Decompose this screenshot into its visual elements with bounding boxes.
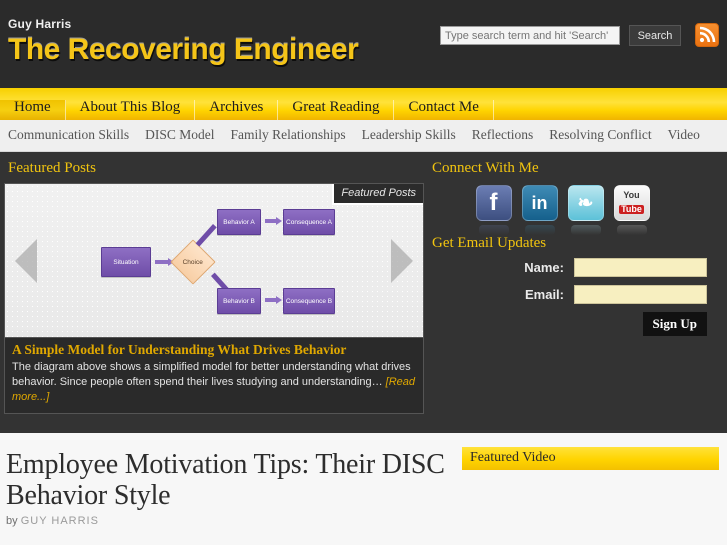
diagram-link-choice-behavior-a <box>195 224 217 247</box>
behavior-model-diagram: Situation Choice Behavior A Consequence … <box>5 184 423 337</box>
diagram-node-choice: Choice <box>170 239 216 285</box>
brand-subtitle: Guy Harris <box>8 17 72 31</box>
featured-post-excerpt-text: The diagram above shows a simplified mod… <box>12 361 411 388</box>
diagram-node-behavior-b: Behavior B <box>217 288 261 314</box>
main-content: Employee Motivation Tips: Their DISC Beh… <box>0 433 727 545</box>
email-input[interactable] <box>574 285 707 304</box>
get-email-updates-heading: Get Email Updates <box>432 235 547 251</box>
diagram-node-consequence-a: Consequence A <box>283 209 335 235</box>
diagram-arrow-behavior-a-consequence-a <box>265 217 282 225</box>
diagram-node-choice-label: Choice <box>182 258 204 266</box>
post-author[interactable]: GUY HARRIS <box>21 515 99 527</box>
search-area: Search <box>440 25 681 46</box>
nav-item-great-reading[interactable]: Great Reading <box>278 100 395 120</box>
featured-posts-section: Featured Posts Featured Posts Situation … <box>0 152 424 414</box>
subnav-item-reflections[interactable]: Reflections <box>472 125 533 145</box>
email-field-row: Email: <box>432 285 717 304</box>
youtube-icon-bottom-text: Tube <box>619 203 644 214</box>
twitter-icon[interactable]: ❧ <box>567 185 604 235</box>
nav-item-contact-me[interactable]: Contact Me <box>394 100 494 120</box>
dark-content-band: Featured Posts Featured Posts Situation … <box>0 152 727 433</box>
diagram-node-behavior-a: Behavior A <box>217 209 261 235</box>
subnav-item-leadership-skills[interactable]: Leadership Skills <box>362 125 456 145</box>
nav-item-archives[interactable]: Archives <box>195 100 279 120</box>
byline-prefix: by <box>6 515 21 527</box>
carousel-prev-icon[interactable] <box>15 238 37 283</box>
subnav-item-communication-skills[interactable]: Communication Skills <box>8 125 129 145</box>
signup-row: Sign Up <box>432 312 717 336</box>
connect-with-me-heading: Connect With Me <box>432 160 539 176</box>
facebook-icon[interactable]: f <box>475 185 512 235</box>
social-links: f in ❧ You Tube <box>432 185 717 235</box>
post-byline: by GUY HARRIS <box>6 515 450 527</box>
search-input[interactable] <box>440 26 620 45</box>
name-field-row: Name: <box>432 258 717 277</box>
featured-post-excerpt: The diagram above shows a simplified mod… <box>12 360 416 405</box>
featured-video-section: Featured Video <box>462 433 727 545</box>
subnav-item-video[interactable]: Video <box>668 125 700 145</box>
linkedin-icon[interactable]: in <box>521 185 558 235</box>
subnav-item-family-relationships[interactable]: Family Relationships <box>231 125 346 145</box>
nav-item-about-this-blog[interactable]: About This Blog <box>66 100 196 120</box>
carousel-next-icon[interactable] <box>391 238 413 283</box>
featured-posts-heading: Featured Posts <box>8 160 96 176</box>
diagram-arrow-behavior-b-consequence-b <box>265 296 282 304</box>
site-header: Guy Harris The Recovering Engineer Searc… <box>0 0 727 88</box>
subnav-item-resolving-conflict[interactable]: Resolving Conflict <box>549 125 651 145</box>
featured-video-heading: Featured Video <box>462 447 719 470</box>
secondary-navigation: Communication Skills DISC Model Family R… <box>0 120 727 152</box>
nav-item-home[interactable]: Home <box>0 100 66 120</box>
email-label: Email: <box>524 287 564 302</box>
primary-navigation: Home About This Blog Archives Great Read… <box>0 88 727 120</box>
youtube-icon-top-text: You <box>623 189 640 200</box>
name-input[interactable] <box>574 258 707 277</box>
diagram-arrow-situation-choice <box>155 258 174 266</box>
post-title[interactable]: Employee Motivation Tips: Their DISC Beh… <box>6 449 450 511</box>
diagram-node-consequence-b: Consequence B <box>283 288 335 314</box>
featured-post-caption: A Simple Model for Understanding What Dr… <box>4 338 424 414</box>
featured-carousel[interactable]: Featured Posts Situation Choice Behavior… <box>4 183 424 338</box>
site-logo-title[interactable]: The Recovering Engineer <box>8 33 359 67</box>
search-button[interactable]: Search <box>629 25 681 46</box>
featured-post-title[interactable]: A Simple Model for Understanding What Dr… <box>12 343 416 357</box>
rss-icon[interactable] <box>695 23 719 47</box>
sign-up-button[interactable]: Sign Up <box>642 312 707 336</box>
name-label: Name: <box>524 260 564 275</box>
latest-post: Employee Motivation Tips: Their DISC Beh… <box>0 433 462 545</box>
sidebar: Connect With Me f in ❧ You Tube Get Emai… <box>424 152 727 414</box>
subnav-item-disc-model[interactable]: DISC Model <box>145 125 214 145</box>
youtube-icon[interactable]: You Tube <box>613 185 650 235</box>
diagram-node-situation: Situation <box>101 247 151 277</box>
